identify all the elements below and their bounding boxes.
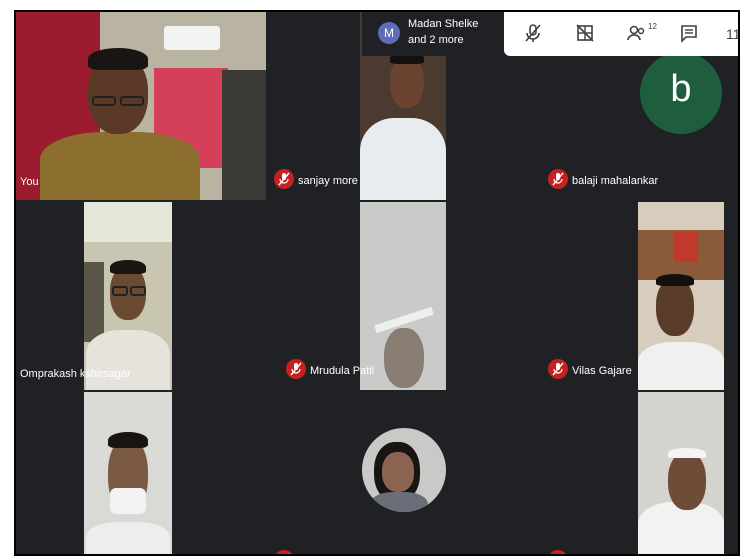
mic-off-icon[interactable] [522,22,548,46]
participant-video [638,392,724,554]
participant-name: Vilas Gajare [572,365,632,377]
participant-tile[interactable] [536,392,738,554]
presenter-avatar: M [378,22,400,44]
presenter-name: Madan Shelke [408,18,479,30]
muted-mic-icon [548,169,568,189]
chat-icon[interactable] [678,22,704,46]
muted-mic-icon [286,359,306,379]
participant-tile[interactable] [16,392,266,554]
participant-name: balaji mahalankar [572,175,659,187]
presenter-more: and 2 more [408,34,464,46]
participant-video [84,202,172,390]
participants-count: 12 [648,22,657,31]
participant-name: Omprakash kshirsagar [20,368,131,380]
participant-name: sanjay more [298,175,358,187]
top-bar: M Madan Shelke and 2 more 12 11 [362,12,740,56]
muted-mic-icon [548,550,568,554]
layout-grid-off-icon[interactable] [574,22,600,46]
participant-video [638,202,724,390]
participant-video [84,392,172,554]
muted-mic-icon [548,359,568,379]
avatar [362,428,446,512]
meeting-controls: 12 11 [504,12,740,56]
participant-tile-you[interactable]: You [16,12,266,200]
muted-mic-icon [274,550,294,554]
participant-tile[interactable] [268,392,534,554]
muted-mic-icon [274,169,294,189]
participant-tile-omprakash-kshirsagar[interactable]: Omprakash kshirsagar [16,202,266,390]
participant-tile-mrudula-patil[interactable]: Mrudula Patil [268,202,534,390]
participant-name: You [20,176,39,188]
participant-tile-vilas-gajare[interactable]: Vilas Gajare [536,202,738,390]
avatar-letter: b [670,68,692,110]
presenter-chip[interactable]: M Madan Shelke and 2 more [362,12,504,56]
participant-video [360,202,446,390]
participant-name: Mrudula Patil [310,365,375,377]
overflow-text: 11 [726,26,740,42]
participant-video [16,12,266,200]
meeting-grid: You sanjay more b balaji mahalankar Ompr… [14,10,740,556]
